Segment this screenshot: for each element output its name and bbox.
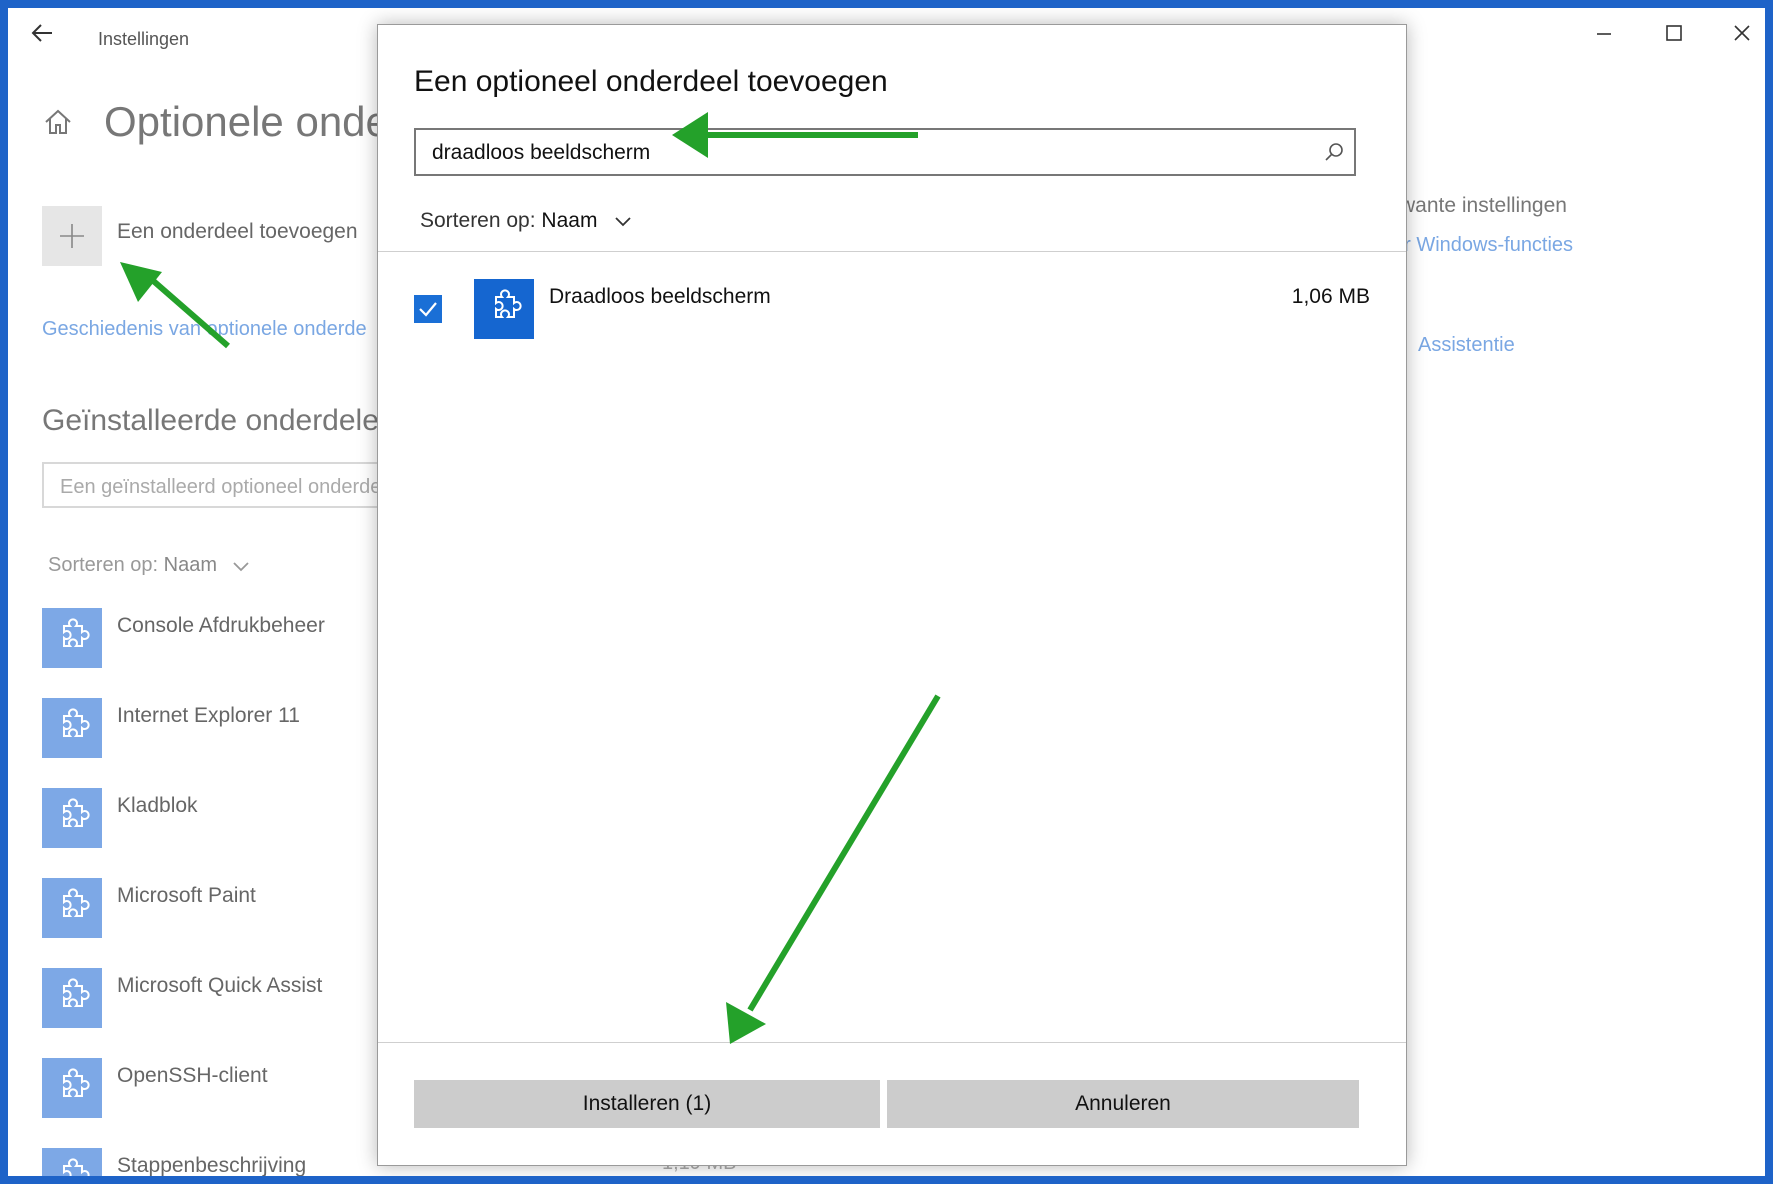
result-checkbox[interactable] (414, 295, 442, 323)
install-button[interactable]: Installeren (1) (414, 1080, 880, 1128)
puzzle-icon (42, 1148, 102, 1176)
maximize-icon (1666, 25, 1682, 41)
installed-search-placeholder: Een geïnstalleerd optioneel onderde (60, 476, 382, 498)
puzzle-icon (42, 878, 102, 938)
list-item-name: Microsoft Paint (117, 884, 256, 907)
dialog-search-value: draadloos beeldscherm (432, 141, 651, 164)
chevron-down-icon (232, 562, 249, 571)
home-icon (45, 109, 71, 134)
list-item-name: Kladblok (117, 794, 198, 817)
add-feature-label[interactable]: Een onderdeel toevoegen (117, 220, 358, 244)
settings-window: Instellingen Optionele onde Een onderdee… (8, 8, 1765, 1176)
dialog-sort-value: Naam (541, 209, 598, 232)
list-item-name: OpenSSH-client (117, 1064, 268, 1087)
puzzle-icon (42, 1058, 102, 1118)
plus-icon (60, 224, 84, 248)
cancel-button[interactable]: Annuleren (887, 1080, 1359, 1128)
add-optional-feature-dialog: Een optioneel onderdeel toevoegen draadl… (377, 24, 1407, 1166)
puzzle-icon (42, 788, 102, 848)
history-link[interactable]: Geschiedenis van optionele onderde (42, 318, 367, 341)
installed-heading: Geïnstalleerde onderdelen (42, 404, 396, 437)
dialog-divider-bottom (378, 1042, 1406, 1043)
result-size: 1,06 MB (1291, 285, 1370, 308)
result-row[interactable]: Draadloos beeldscherm 1,06 MB (378, 265, 1406, 339)
chevron-down-icon (615, 217, 631, 227)
sort-label: Sorteren op: (48, 554, 159, 576)
app-title: Instellingen (98, 29, 190, 49)
home-button[interactable] (42, 106, 74, 138)
dialog-sort-label: Sorteren op: (420, 209, 536, 232)
search-icon[interactable] (1322, 140, 1346, 164)
assistance-link[interactable]: Assistentie (1418, 334, 1515, 357)
list-item-name: Stappenbeschrijving (117, 1154, 307, 1176)
add-feature-button[interactable] (42, 206, 102, 266)
back-icon (31, 24, 52, 42)
dialog-title: Een optioneel onderdeel toevoegen (414, 65, 888, 98)
puzzle-icon (42, 608, 102, 668)
dialog-sort-dropdown[interactable]: Sorteren op: Naam (420, 209, 633, 233)
close-button[interactable] (1722, 18, 1762, 48)
puzzle-icon (42, 698, 102, 758)
sort-value: Naam (163, 554, 217, 576)
dialog-divider-top (378, 251, 1406, 252)
puzzle-icon (474, 279, 534, 339)
back-button[interactable] (28, 20, 60, 46)
list-item-name: Internet Explorer 11 (117, 704, 300, 727)
minimize-button[interactable] (1584, 18, 1624, 48)
close-icon (1734, 25, 1750, 41)
checkmark-icon (419, 302, 437, 317)
windows-features-link[interactable]: er Windows-functies (1393, 234, 1573, 257)
installed-sort-dropdown[interactable]: Sorteren op: Naam (48, 554, 251, 577)
list-item-name: Microsoft Quick Assist (117, 974, 323, 997)
list-item-name: Console Afdrukbeheer (117, 614, 325, 637)
maximize-button[interactable] (1653, 18, 1693, 48)
minimize-icon (1597, 33, 1611, 35)
page-title: Optionele onde (104, 98, 389, 145)
dialog-search-input[interactable]: draadloos beeldscherm (414, 128, 1356, 176)
puzzle-icon (42, 968, 102, 1028)
related-settings-heading: rwante instellingen (1393, 194, 1567, 217)
result-name: Draadloos beeldscherm (549, 285, 771, 308)
